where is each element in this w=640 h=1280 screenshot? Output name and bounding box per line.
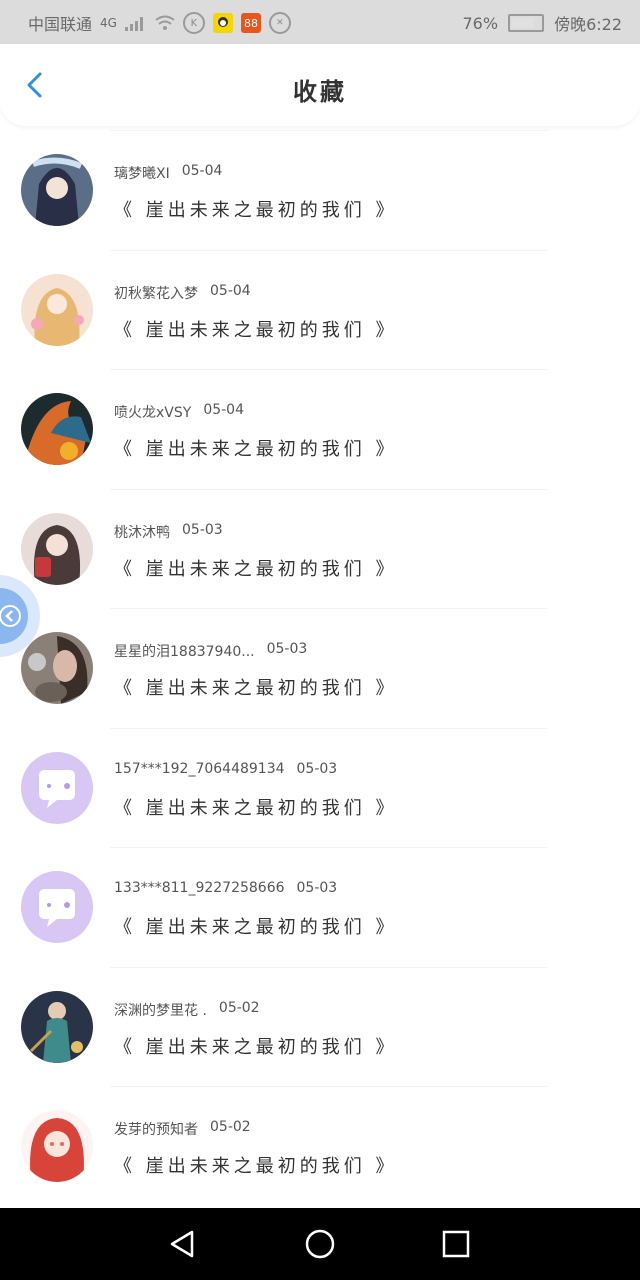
avatar-dragon[interactable]: [21, 393, 93, 465]
user-name: 133***811_9227258666: [114, 880, 285, 896]
item-meta: 星星的泪18837940... 05-03: [114, 641, 307, 661]
date-label: 05-03: [296, 880, 338, 896]
list-item[interactable]: 深渊的梦里花 . 05-02 《 崖出未来之最初的我们 》: [0, 966, 640, 1087]
avatar-warrior[interactable]: [21, 990, 93, 1063]
battery-icon: [508, 14, 545, 32]
user-name: 初秋繁花入梦: [114, 285, 198, 302]
item-meta: 初秋繁花入梦 05-04: [114, 283, 251, 303]
sync-icon: ✕: [268, 12, 291, 34]
date-label: 05-04: [203, 402, 244, 418]
wifi-icon: [155, 15, 175, 30]
date-label: 05-03: [182, 521, 223, 538]
favorite-title: 《 崖出未来之最初的我们 》: [114, 319, 398, 341]
date-label: 05-03: [296, 760, 338, 777]
avatar-girl-red[interactable]: [21, 512, 93, 585]
favorite-title: 《 崖出未来之最初的我们 》: [114, 678, 398, 699]
user-name: 星星的泪18837940...: [114, 644, 255, 660]
divider: [110, 488, 548, 490]
avatar-girl-redhair[interactable]: [21, 1110, 93, 1182]
list-item[interactable]: 璃梦曦XI 05-04 《 崖出未来之最初的我们 》: [0, 130, 640, 250]
back-triangle-icon[interactable]: [166, 1228, 198, 1260]
item-meta: 桃沐沐鸭 05-03: [114, 522, 223, 542]
favorite-title: 《 崖出未来之最初的我们 》: [114, 558, 398, 580]
status-right: 76% 傍晚6:22: [463, 11, 623, 35]
list-item[interactable]: 喷火龙xVSY 05-04 《 崖出未来之最初的我们 》: [0, 369, 640, 489]
favorite-title: 《 崖出未来之最初的我们 》: [114, 797, 398, 819]
network-label: 4G: [100, 16, 117, 30]
date-label: 05-04: [210, 282, 251, 299]
divider: [110, 249, 548, 251]
avatar-default-chat-icon[interactable]: [21, 751, 93, 824]
item-meta: 133***811_9227258666 05-03: [114, 880, 337, 896]
user-name: 发芽的预知者: [114, 1122, 198, 1138]
list-item[interactable]: 157***192_7064489134 05-03 《 崖出未来之最初的我们 …: [0, 727, 640, 848]
k-icon: K: [182, 12, 205, 34]
favorite-title: 《 崖出未来之最初的我们 》: [114, 1036, 398, 1058]
battery-percent: 76%: [462, 13, 499, 33]
app-88-icon: 88: [240, 13, 261, 33]
favorite-title: 《 崖出未来之最初的我们 》: [114, 1156, 398, 1177]
favorites-list: 璃梦曦XI 05-04 《 崖出未来之最初的我们 》 初秋繁花入梦 05-04 …: [0, 130, 640, 1206]
favorite-title: 《 崖出未来之最初的我们 》: [114, 200, 398, 221]
divider: [110, 847, 548, 848]
item-meta: 深渊的梦里花 . 05-02: [114, 1000, 260, 1020]
user-name: 深渊的梦里花 .: [114, 1002, 207, 1019]
avatar-default-chat-icon[interactable]: [21, 871, 93, 943]
page-title: 收藏: [293, 78, 347, 106]
list-item[interactable]: 桃沐沐鸭 05-03 《 崖出未来之最初的我们 》: [0, 488, 640, 609]
home-circle-icon[interactable]: [304, 1228, 336, 1260]
close-circle-icon[interactable]: [0, 588, 28, 644]
avatar-girl-pink[interactable]: [21, 273, 93, 346]
avatar-photo[interactable]: [21, 632, 93, 704]
header: 收藏: [0, 44, 640, 126]
avatar-girl-blue[interactable]: [21, 154, 93, 226]
item-meta: 157***192_7064489134 05-03: [114, 761, 337, 777]
date-label: 05-04: [181, 163, 223, 179]
favorite-title: 《 崖出未来之最初的我们 》: [114, 917, 398, 938]
carrier-label: 中国联通: [28, 15, 93, 34]
recents-square-icon[interactable]: [440, 1228, 472, 1260]
item-meta: 发芽的预知者 05-02: [114, 1119, 251, 1139]
navigation-bar: [0, 1208, 640, 1280]
divider: [110, 727, 548, 729]
divider: [110, 130, 548, 131]
divider: [110, 608, 548, 609]
list-item[interactable]: 星星的泪18837940... 05-03 《 崖出未来之最初的我们 》: [0, 608, 640, 728]
user-name: 桃沐沐鸭: [114, 524, 170, 541]
list-item[interactable]: 133***811_9227258666 05-03 《 崖出未来之最初的我们 …: [0, 847, 640, 967]
time-label: 傍晚6:22: [554, 15, 622, 34]
user-name: 157***192_7064489134: [114, 760, 285, 777]
item-meta: 璃梦曦XI 05-04: [114, 163, 222, 183]
signal-icon: [124, 15, 147, 31]
list-item[interactable]: 发芽的预知者 05-02 《 崖出未来之最初的我们 》: [0, 1086, 640, 1206]
status-bar: 中国联通 4G K 88 ✕ 76% 傍晚6:22: [0, 0, 640, 44]
date-label: 05-03: [266, 641, 308, 657]
list-item[interactable]: 初秋繁花入梦 05-04 《 崖出未来之最初的我们 》: [0, 249, 640, 370]
status-left: 中国联通 4G K 88 ✕: [28, 11, 291, 35]
item-meta: 喷火龙xVSY 05-04: [114, 402, 244, 422]
favorite-title: 《 崖出未来之最初的我们 》: [114, 439, 398, 460]
user-name: 喷火龙xVSY: [114, 405, 192, 421]
divider: [110, 369, 548, 370]
user-name: 璃梦曦XI: [114, 166, 170, 182]
date-label: 05-02: [218, 999, 260, 1016]
date-label: 05-02: [210, 1119, 251, 1135]
qq-app-icon: [212, 13, 233, 33]
divider: [110, 966, 548, 968]
divider: [110, 1086, 548, 1087]
